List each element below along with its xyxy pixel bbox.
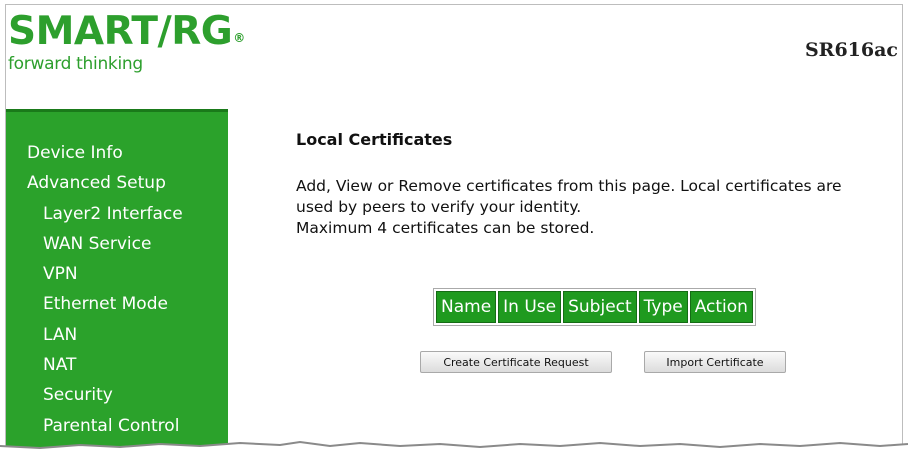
brand-name: SMART/RG® (8, 9, 245, 54)
column-header-in-use: In Use (498, 291, 562, 323)
column-header-action: Action (689, 291, 753, 323)
sidebar-item-security[interactable]: Security (6, 380, 228, 410)
sidebar-item-device-info[interactable]: Device Info (6, 138, 228, 168)
sidebar-item-advanced-setup[interactable]: Advanced Setup (6, 168, 228, 198)
import-certificate-button[interactable]: Import Certificate (644, 351, 786, 373)
certificates-table: Name In Use Subject Type Action (433, 288, 756, 326)
description-line: Maximum 4 certificates can be stored. (296, 219, 595, 237)
sidebar-item-ethernet-mode[interactable]: Ethernet Mode (6, 289, 228, 319)
page-title: Local Certificates (296, 130, 453, 149)
sidebar-item-wan-service[interactable]: WAN Service (6, 229, 228, 259)
router-admin-window: SMART/RG® forward thinking SR616ac Devic… (5, 4, 903, 456)
column-header-name: Name (436, 291, 497, 323)
main-content: Local Certificates Add, View or Remove c… (296, 129, 902, 239)
torn-edge (0, 440, 908, 459)
registered-mark: ® (233, 31, 245, 45)
sidebar-item-layer2-interface[interactable]: Layer2 Interface (6, 199, 228, 229)
description-line: Add, View or Remove certificates from th… (296, 177, 842, 195)
brand-tagline: forward thinking (8, 54, 143, 74)
column-header-subject: Subject (563, 291, 637, 323)
sidebar-item-lan[interactable]: LAN (6, 320, 228, 350)
description-line: used by peers to verify your identity. (296, 198, 582, 216)
smartrg-logo: SMART/RG® forward thinking (8, 9, 245, 74)
page-description: Add, View or Remove certificates from th… (296, 176, 902, 239)
create-certificate-request-button[interactable]: Create Certificate Request (420, 351, 612, 373)
sidebar-nav: Device Info Advanced Setup Layer2 Interf… (6, 109, 228, 455)
table-header-row: Name In Use Subject Type Action (436, 291, 753, 323)
column-header-type: Type (638, 291, 688, 323)
sidebar-item-nat[interactable]: NAT (6, 350, 228, 380)
sidebar-item-vpn[interactable]: VPN (6, 259, 228, 289)
model-name: SR616ac (804, 39, 898, 61)
